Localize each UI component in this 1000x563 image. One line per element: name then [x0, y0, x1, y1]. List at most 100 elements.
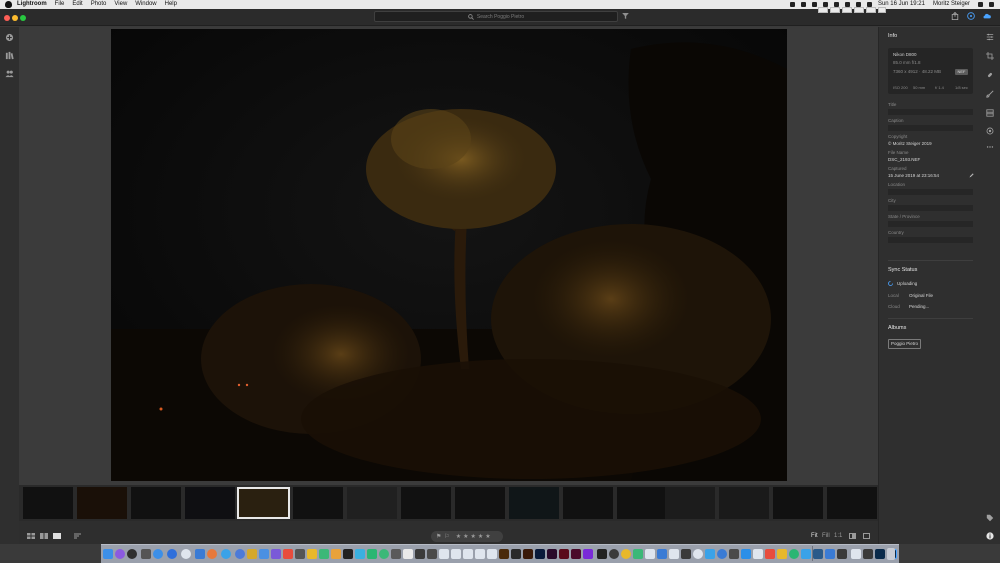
app-icon[interactable] — [729, 549, 739, 559]
app-icon[interactable] — [475, 549, 485, 559]
app-icon[interactable] — [403, 549, 413, 559]
app-icon[interactable] — [693, 549, 703, 559]
search-icon[interactable] — [978, 2, 983, 7]
zoom-window-button[interactable] — [20, 15, 26, 21]
app-store-icon[interactable] — [717, 549, 727, 559]
app-icon[interactable] — [657, 549, 667, 559]
compare-icon[interactable] — [849, 533, 856, 539]
app-icon[interactable] — [379, 549, 389, 559]
filmstrip-thumbnail[interactable] — [563, 487, 613, 519]
app-icon[interactable] — [259, 549, 269, 559]
healing-brush-icon[interactable] — [986, 71, 994, 79]
cloud-sync-icon[interactable] — [983, 12, 991, 20]
app-icon[interactable] — [295, 549, 305, 559]
finder-icon[interactable] — [103, 549, 113, 559]
app-icon[interactable] — [547, 549, 557, 559]
more-icon[interactable] — [986, 143, 994, 151]
menu-window[interactable]: Window — [135, 0, 156, 9]
edit-sliders-icon[interactable] — [986, 33, 994, 41]
app-icon[interactable] — [789, 549, 799, 559]
info-icon[interactable] — [986, 532, 994, 540]
photoshop-icon[interactable] — [535, 549, 545, 559]
safari-icon[interactable] — [153, 549, 163, 559]
linear-gradient-icon[interactable] — [986, 109, 994, 117]
app-icon[interactable] — [741, 549, 751, 559]
app-icon[interactable] — [181, 549, 191, 559]
dock-document[interactable] — [818, 7, 828, 13]
apple-icon[interactable] — [5, 1, 12, 8]
radial-gradient-icon[interactable] — [986, 127, 994, 135]
flag-icon[interactable]: ⚑ — [436, 533, 441, 540]
menu-user[interactable]: Moritz Steiger — [933, 0, 970, 9]
app-icon[interactable] — [597, 549, 607, 559]
filmstrip-thumbnail[interactable] — [509, 487, 559, 519]
filmstrip-thumbnail[interactable] — [719, 487, 769, 519]
menu-help[interactable]: Help — [165, 0, 177, 9]
bridge-icon[interactable] — [499, 549, 509, 559]
caption-input[interactable] — [888, 125, 973, 131]
app-icon[interactable] — [559, 549, 569, 559]
filter-icon[interactable] — [622, 13, 629, 19]
filmstrip-thumbnail[interactable] — [455, 487, 505, 519]
app-icon[interactable] — [451, 549, 461, 559]
app-icon[interactable] — [247, 549, 257, 559]
grid-view-icon[interactable] — [40, 533, 48, 539]
filmstrip-thumbnail-selected[interactable] — [237, 487, 290, 519]
app-icon[interactable] — [621, 549, 631, 559]
detail-view-icon[interactable] — [53, 533, 61, 539]
minimize-window-button[interactable] — [12, 15, 18, 21]
dock-document[interactable] — [866, 7, 876, 13]
search-field[interactable]: Search Poggio Pietro — [374, 11, 618, 22]
menu-file[interactable]: File — [55, 0, 65, 9]
calendar-icon[interactable] — [283, 549, 293, 559]
app-icon[interactable] — [813, 549, 823, 559]
trash-icon[interactable] — [887, 548, 895, 560]
app-icon[interactable] — [851, 549, 861, 559]
app-icon[interactable] — [427, 549, 437, 559]
square-grid-icon[interactable] — [27, 533, 35, 539]
siri-icon[interactable] — [115, 549, 125, 559]
copyright-value[interactable]: © Moritz Steiger 2019 — [888, 141, 932, 146]
app-icon[interactable] — [195, 549, 205, 559]
app-icon[interactable] — [825, 549, 835, 559]
dock-document[interactable] — [878, 7, 886, 13]
app-icon[interactable] — [343, 549, 353, 559]
menu-photo[interactable]: Photo — [91, 0, 107, 9]
app-icon[interactable] — [801, 549, 811, 559]
launchpad-icon[interactable] — [127, 549, 137, 559]
app-icon[interactable] — [307, 549, 317, 559]
app-icon[interactable] — [463, 549, 473, 559]
app-icon[interactable] — [765, 549, 775, 559]
app-icon[interactable] — [511, 549, 521, 559]
close-window-button[interactable] — [4, 15, 10, 21]
app-icon[interactable] — [669, 549, 679, 559]
dock-document[interactable] — [830, 7, 840, 13]
sort-icon[interactable] — [74, 533, 83, 539]
state-input[interactable] — [888, 221, 973, 227]
app-icon[interactable] — [681, 549, 691, 559]
app-icon[interactable] — [777, 549, 787, 559]
app-icon[interactable] — [141, 549, 151, 559]
filmstrip-thumbnail[interactable] — [23, 487, 73, 519]
app-icon[interactable] — [645, 549, 655, 559]
dock-document[interactable] — [842, 7, 852, 13]
illustrator-icon[interactable] — [523, 549, 533, 559]
filmstrip-thumbnail[interactable] — [617, 487, 667, 519]
status-icon[interactable] — [811, 2, 817, 7]
lightroom-classic-icon[interactable] — [875, 549, 885, 559]
app-icon[interactable] — [439, 549, 449, 559]
city-input[interactable] — [888, 205, 973, 211]
chrome-icon[interactable] — [235, 549, 245, 559]
menu-edit[interactable]: Edit — [72, 0, 82, 9]
app-icon[interactable] — [863, 549, 873, 559]
menu-app-name[interactable]: Lightroom — [17, 0, 47, 9]
indesign-icon[interactable] — [571, 549, 581, 559]
people-icon[interactable] — [5, 69, 14, 78]
filmstrip-thumbnail[interactable] — [293, 487, 343, 519]
filmstrip-thumbnail[interactable] — [185, 487, 235, 519]
app-icon[interactable] — [331, 549, 341, 559]
location-input[interactable] — [888, 189, 973, 195]
app-icon[interactable] — [837, 549, 847, 559]
edit-pencil-icon[interactable] — [969, 173, 974, 178]
app-icon[interactable] — [391, 549, 401, 559]
